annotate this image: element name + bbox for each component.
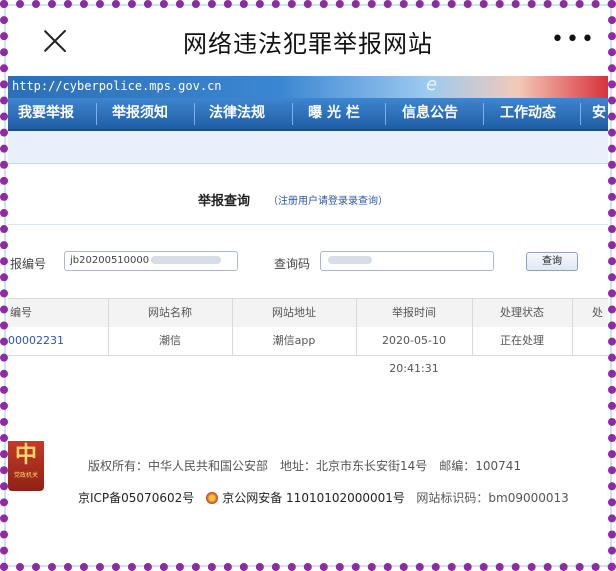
site-url: http://cyberpolice.mps.gov.cn (12, 79, 222, 93)
column-divider (572, 298, 573, 355)
copyright-text: 版权所有：中华人民共和国公安部 地址：北京市东长安街14号 邮编：100741 (88, 459, 522, 473)
header-cell-report-time: 举报时间 (392, 306, 436, 319)
query-code-label: 查询码 (274, 257, 311, 271)
nav-separator (385, 103, 386, 125)
main-nav: 我要举报 举报须知 法律法规 曝 光 栏 信息公告 工作动态 安 (8, 98, 608, 131)
query-code-input[interactable] (320, 251, 494, 271)
nav-separator (483, 103, 484, 125)
nav-separator (96, 103, 97, 125)
divider (8, 224, 608, 225)
nav-announcements[interactable]: 信息公告 (396, 98, 464, 129)
sub-nav-bar (8, 131, 608, 164)
header-cell-site-name: 网站名称 (148, 306, 192, 319)
record-info: 京ICP备05070602号 京公网安备 11010102000001号 网站标识… (78, 489, 569, 506)
government-site-emblem[interactable]: 中 党政机关 (8, 441, 44, 491)
nav-separator (580, 103, 581, 125)
redacted-mark (151, 256, 222, 264)
status-cell: 正在处理 (500, 334, 544, 347)
table-cell: 2020-05-10 20:41:31 (382, 334, 446, 375)
header-cell-more: 处 (592, 306, 603, 319)
report-number-label: 报编号 (10, 257, 47, 271)
nav-separator (194, 103, 195, 125)
query-button[interactable]: 查询 (526, 252, 578, 271)
table-row: 00002231 潮信 潮信app 2020-05-10 20:41:31 正在… (8, 327, 608, 375)
column-divider (472, 298, 473, 355)
emblem-glyph: 中 (14, 443, 37, 468)
header-cell-status: 处理状态 (500, 306, 544, 319)
report-number-value: jb20200510000 (70, 255, 150, 266)
nav-work-news[interactable]: 工作动态 (494, 98, 562, 129)
page-title: 网络违法犯罪举报网站 (183, 30, 433, 58)
nav-report-guide[interactable]: 举报须知 (106, 98, 174, 129)
redacted-mark (328, 256, 372, 264)
table-cell: 潮信 (159, 334, 181, 347)
banner-logo-mark: e (426, 74, 438, 95)
column-divider (356, 298, 357, 355)
nav-separator (292, 103, 293, 125)
login-hint-link[interactable]: （注册用户请登录录查询） (268, 192, 388, 207)
site-banner: http://cyberpolice.mps.gov.cn e (8, 74, 608, 98)
site-identifier: 网站标识码：bm09000013 (416, 491, 569, 505)
table-header-row: 编号 网站名称 网站地址 举报时间 处理状态 处 (8, 298, 608, 328)
emblem-text: 党政机关 (13, 472, 38, 479)
table-cell: 潮信app (272, 334, 316, 347)
nav-exposure[interactable]: 曝 光 栏 (300, 98, 368, 129)
app-header: 网络违法犯罪举报网站 ••• (8, 8, 608, 76)
nav-more[interactable]: 安 (590, 98, 608, 129)
table-cell (592, 327, 608, 355)
more-options-icon[interactable]: ••• (551, 29, 596, 51)
nav-report[interactable]: 我要举报 (12, 98, 80, 129)
column-divider (232, 298, 233, 355)
header-cell-site-url: 网站地址 (272, 306, 316, 319)
column-divider (108, 298, 109, 355)
police-record-link[interactable]: 京公网安备 11010102000001号 (222, 491, 405, 505)
police-badge-icon (206, 492, 219, 504)
icp-record-link[interactable]: 京ICP备05070602号 (78, 491, 194, 505)
query-heading: 举报查询 (198, 194, 251, 209)
nav-laws[interactable]: 法律法规 (203, 98, 271, 129)
report-number-input[interactable]: jb20200510000 (64, 251, 238, 271)
header-cell-id: 编号 (10, 306, 32, 319)
report-id-link[interactable]: 00002231 (8, 327, 108, 355)
